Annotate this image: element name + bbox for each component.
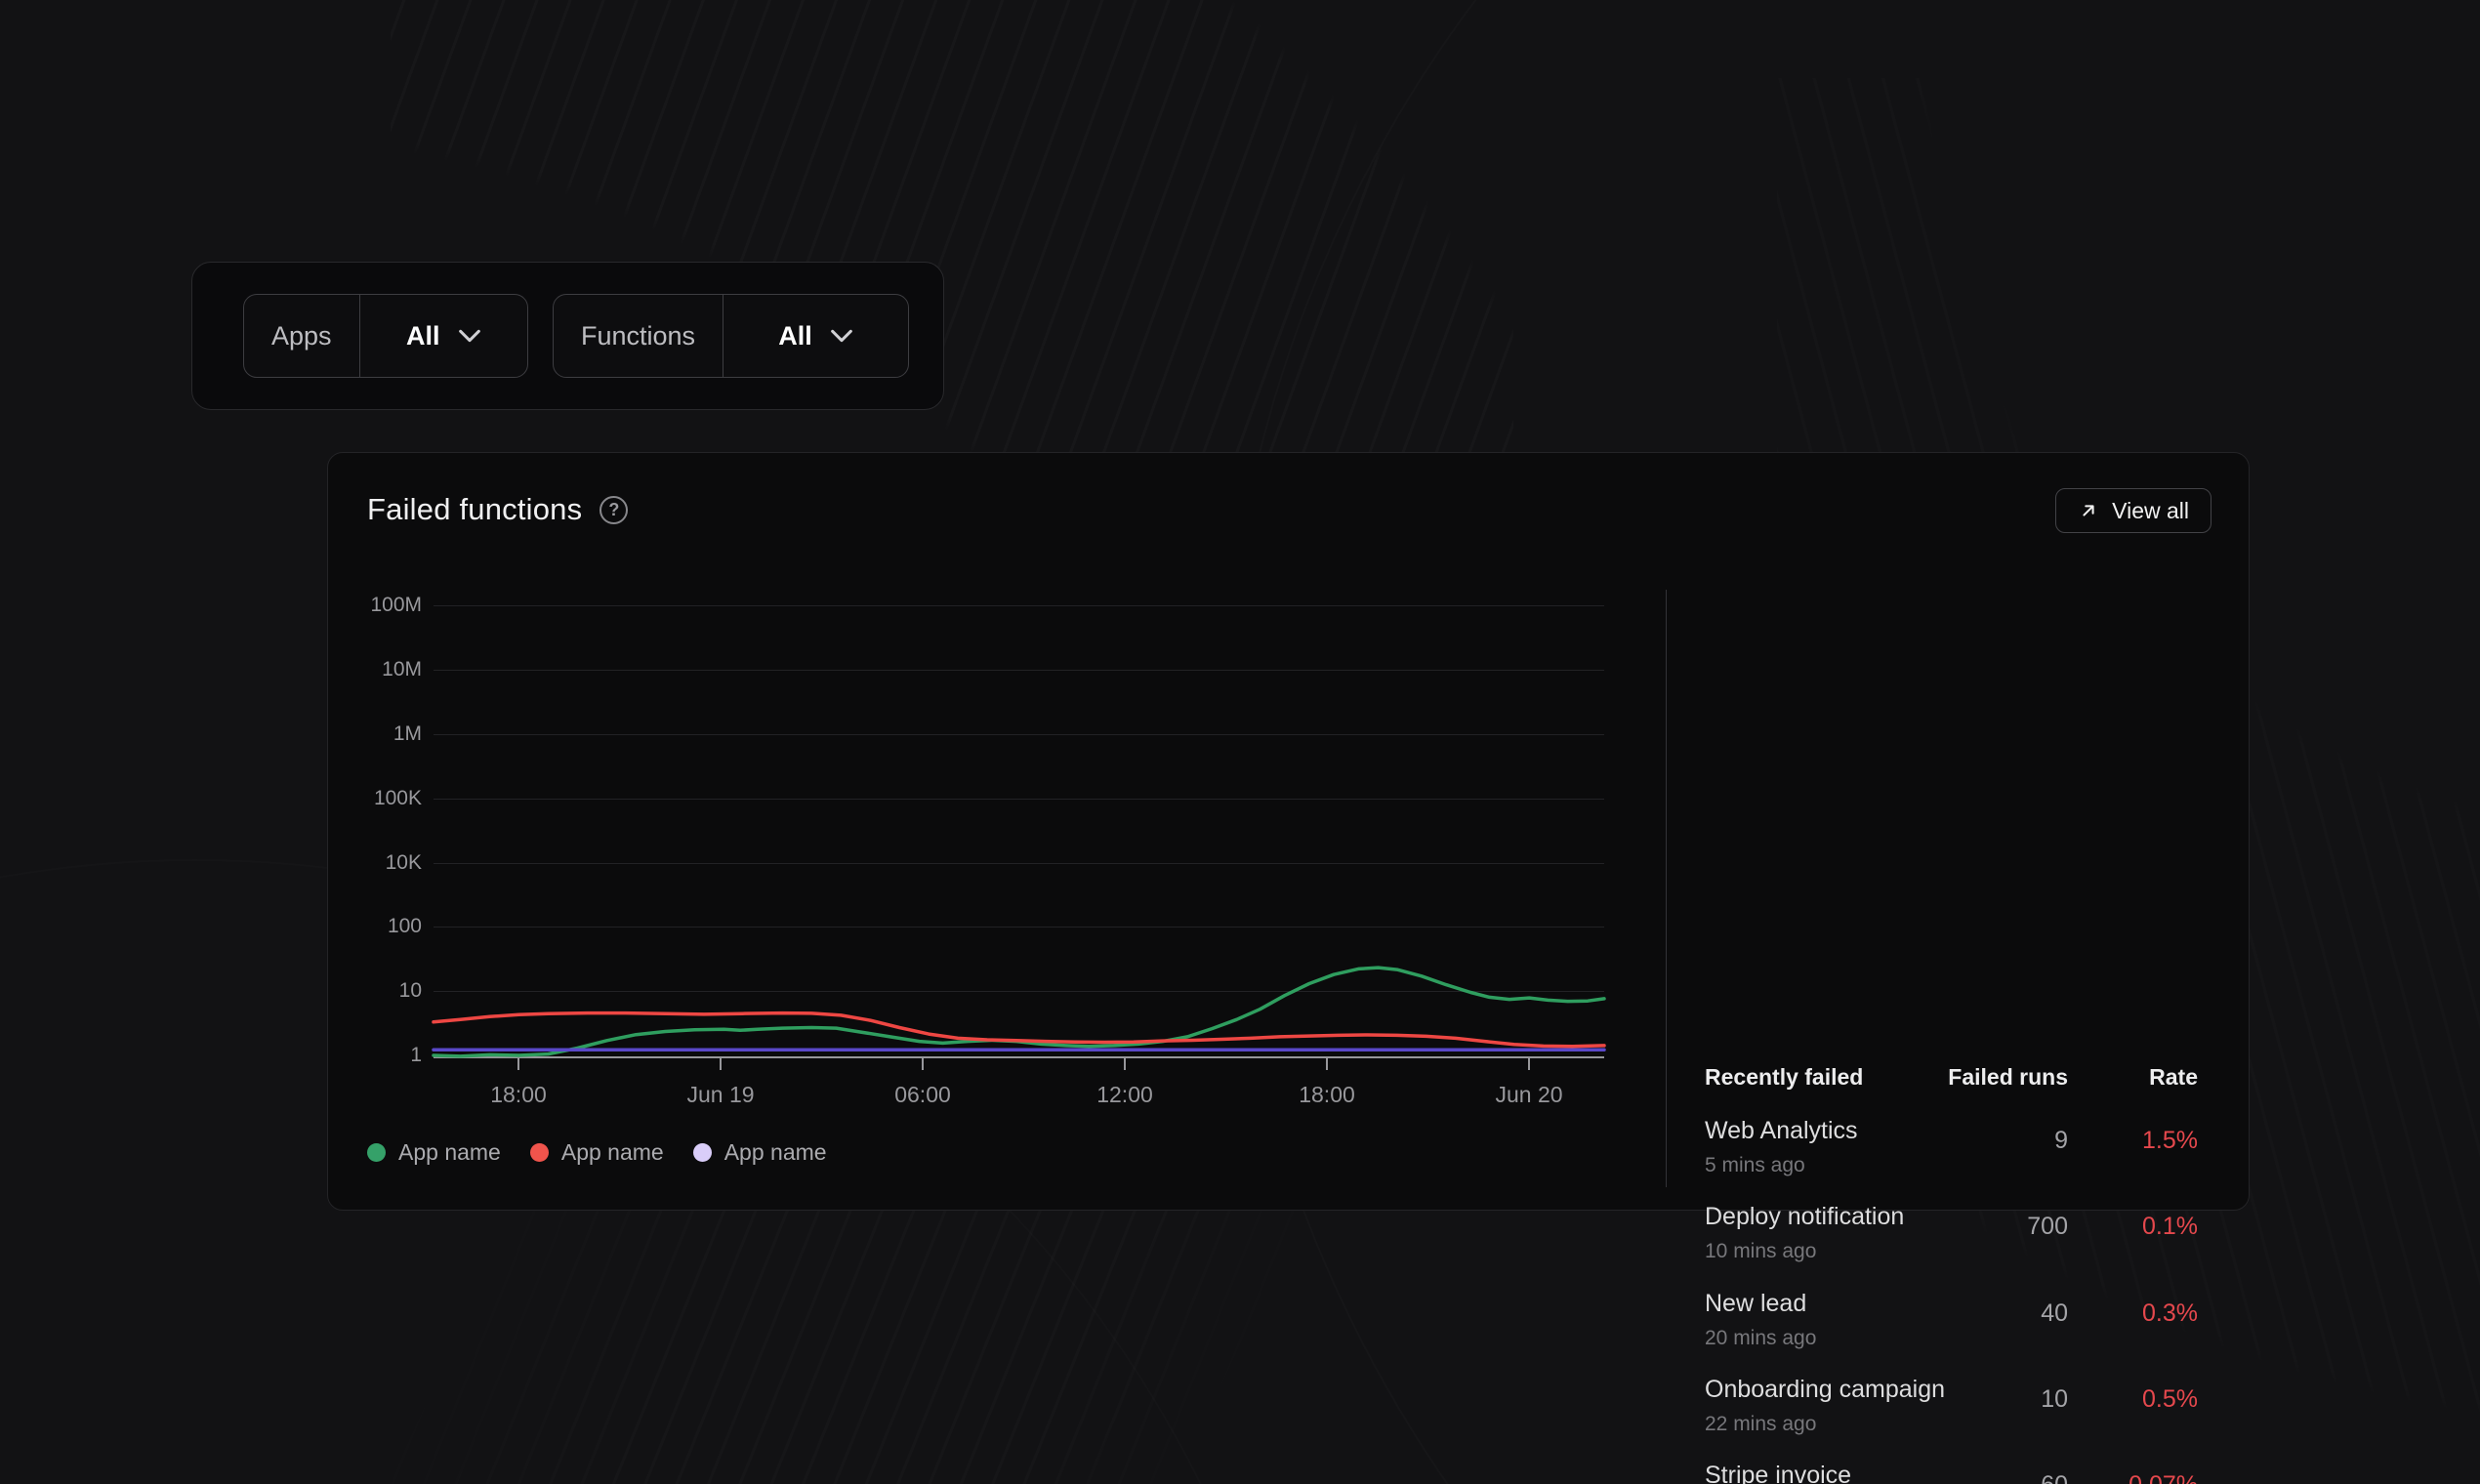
x-axis-tick <box>1326 1058 1328 1070</box>
legend-item[interactable]: App name <box>693 1139 827 1166</box>
failed-functions-line-chart[interactable] <box>434 605 1604 1057</box>
function-name: Deploy notification <box>1705 1203 2198 1231</box>
x-axis-tick <box>720 1058 722 1070</box>
card-title: Failed functions <box>367 492 582 527</box>
divider <box>1666 590 1667 1187</box>
arrow-up-right-icon <box>2078 500 2099 521</box>
function-time: 20 mins ago <box>1705 1327 2198 1350</box>
legend-label: App name <box>398 1139 501 1166</box>
table-row: Deploy notification 10 mins ago 700 0.1% <box>1705 1203 2198 1273</box>
function-name: Web Analytics <box>1705 1117 2198 1145</box>
column-header-recently-failed: Recently failed <box>1705 1064 1863 1091</box>
card-header: Failed functions ? <box>367 492 628 527</box>
legend-label: App name <box>724 1139 827 1166</box>
x-axis-tick <box>1124 1058 1126 1070</box>
apps-filter-selected: All <box>406 321 440 351</box>
x-axis-tick <box>517 1058 519 1070</box>
failed-runs-value: 10 <box>2041 1385 2068 1414</box>
help-icon[interactable]: ? <box>599 496 628 524</box>
table-header: Recently failed Failed runs Rate <box>1705 1064 2198 1093</box>
chevron-down-icon <box>458 329 481 343</box>
y-axis-label: 100 <box>330 915 422 938</box>
dashboard-screen: Apps All Functions All Failed functions <box>0 0 2480 1484</box>
functions-filter-dropdown[interactable]: Functions All <box>553 294 909 378</box>
apps-filter-value[interactable]: All <box>360 295 527 377</box>
x-axis-label: 12:00 <box>1056 1082 1193 1108</box>
functions-filter-value[interactable]: All <box>723 295 908 377</box>
function-time: 10 mins ago <box>1705 1240 2198 1263</box>
failed-runs-value: 40 <box>2041 1299 2068 1328</box>
filter-bar: Apps All Functions All <box>191 262 944 410</box>
functions-filter-label: Functions <box>554 295 723 377</box>
column-header-rate: Rate <box>2149 1064 2198 1091</box>
view-all-label: View all <box>2112 498 2189 524</box>
failed-functions-card: Failed functions ? View all 100M 10M 1M … <box>327 452 2250 1211</box>
y-axis-label: 1 <box>330 1044 422 1067</box>
functions-filter-selected: All <box>778 321 812 351</box>
rate-value: 0.1% <box>2142 1213 2198 1241</box>
view-all-button[interactable]: View all <box>2055 488 2211 533</box>
function-name: Onboarding campaign <box>1705 1376 2198 1404</box>
x-axis-label: 18:00 <box>1259 1082 1395 1108</box>
legend-dot-red <box>530 1143 549 1162</box>
legend-item[interactable]: App name <box>367 1139 501 1166</box>
x-axis-label: Jun 19 <box>652 1082 789 1108</box>
legend-dot-green <box>367 1143 386 1162</box>
legend-label: App name <box>561 1139 664 1166</box>
rate-value: 0.07% <box>2129 1471 2198 1484</box>
failed-runs-value: 700 <box>2027 1213 2068 1241</box>
x-axis-label: Jun 20 <box>1461 1082 1597 1108</box>
x-axis-tick <box>922 1058 924 1070</box>
column-header-failed-runs: Failed runs <box>1948 1064 2068 1091</box>
failed-runs-value: 9 <box>2054 1127 2068 1155</box>
legend-item[interactable]: App name <box>530 1139 664 1166</box>
function-time: 5 mins ago <box>1705 1154 2198 1177</box>
table-row: Onboarding campaign 22 mins ago 10 0.5% <box>1705 1376 2198 1446</box>
apps-filter-label: Apps <box>244 295 359 377</box>
y-axis-label: 100K <box>330 787 422 810</box>
table-row: Web Analytics 5 mins ago 9 1.5% <box>1705 1117 2198 1187</box>
failed-runs-value: 60 <box>2041 1471 2068 1484</box>
function-name: Stripe invoice <box>1705 1462 2198 1484</box>
chevron-down-icon <box>830 329 853 343</box>
legend-dot-lavender <box>693 1143 712 1162</box>
x-axis-label: 18:00 <box>450 1082 587 1108</box>
y-axis-label: 10M <box>330 658 422 681</box>
function-time: 22 mins ago <box>1705 1413 2198 1436</box>
y-axis-label: 1M <box>330 722 422 746</box>
rate-value: 1.5% <box>2142 1127 2198 1155</box>
function-name: New lead <box>1705 1290 2198 1318</box>
rate-value: 0.5% <box>2142 1385 2198 1414</box>
table-row: Stripe invoice 25 mins ago 60 0.07% <box>1705 1462 2198 1484</box>
table-row: New lead 20 mins ago 40 0.3% <box>1705 1290 2198 1360</box>
apps-filter-dropdown[interactable]: Apps All <box>243 294 528 378</box>
chart-legend: App name App name App name <box>367 1139 827 1166</box>
y-axis-label: 100M <box>330 594 422 617</box>
x-axis-tick <box>1528 1058 1530 1070</box>
y-axis-label: 10 <box>330 979 422 1003</box>
rate-value: 0.3% <box>2142 1299 2198 1328</box>
y-axis-label: 10K <box>330 851 422 875</box>
x-axis-label: 06:00 <box>854 1082 991 1108</box>
